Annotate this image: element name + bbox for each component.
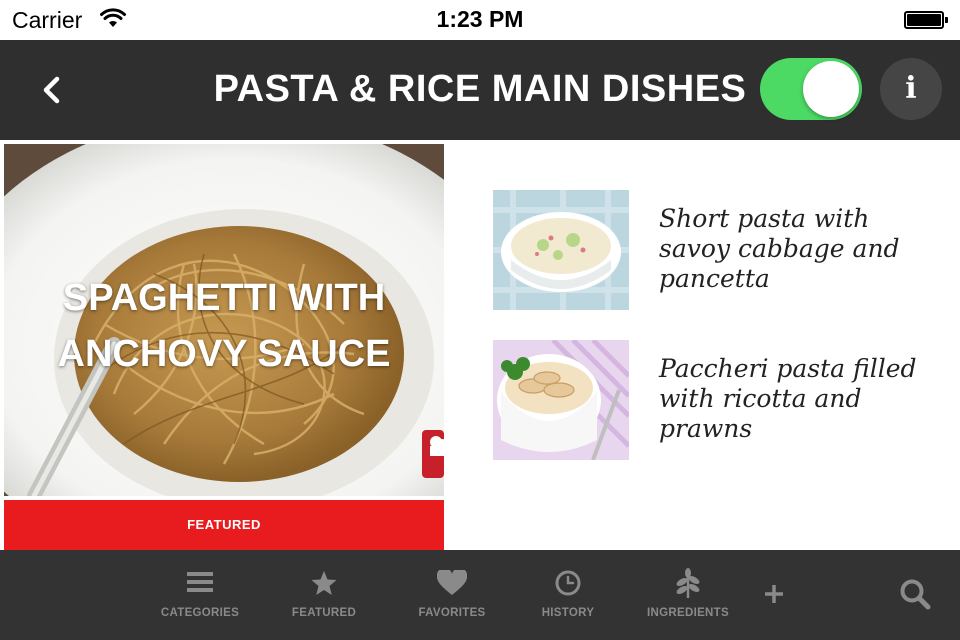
tab-categories[interactable]: CATEGORIES — [150, 550, 250, 640]
tab-label: FAVORITES — [418, 607, 486, 619]
mode-toggle[interactable] — [760, 58, 862, 120]
heart-icon — [437, 570, 467, 595]
recipe-thumbnail — [493, 340, 629, 460]
plus-icon — [765, 585, 783, 603]
tab-featured[interactable]: FEATURED — [274, 550, 374, 640]
list-icon — [187, 572, 213, 592]
nav-header: PASTA & RICE MAIN DISHES i — [0, 40, 960, 140]
clock-time: 1:23 PM — [436, 6, 524, 32]
page-title: PASTA & RICE MAIN DISHES — [213, 68, 747, 110]
toggle-knob — [803, 61, 859, 117]
tab-history[interactable]: HISTORY — [518, 550, 618, 640]
tab-label: INGREDIENTS — [647, 607, 729, 619]
star-icon — [311, 571, 337, 595]
recipe-list-item[interactable]: Short pasta with savoy cabbage and pance… — [493, 190, 923, 310]
recipe-name: Paccheri pasta filled with ricotta and p… — [659, 354, 917, 443]
clock-icon — [555, 570, 581, 596]
tab-label: FEATURED — [291, 607, 357, 619]
featured-recipe-card[interactable]: SPAGHETTI WITH ANCHOVY SAUCE FEATURED — [4, 144, 447, 550]
chevron-left-icon — [43, 76, 60, 104]
status-bar: Carrier 1:23 PM — [0, 0, 960, 40]
tab-label: HISTORY — [541, 607, 595, 619]
tab-label: CATEGORIES — [160, 607, 240, 619]
search-button[interactable] — [890, 550, 940, 640]
recipe-name: Short pasta with savoy cabbage and pance… — [659, 204, 900, 293]
herb-icon — [676, 568, 700, 598]
featured-label: FEATURED — [4, 500, 444, 550]
recipe-thumbnail — [493, 190, 629, 310]
battery-icon — [904, 11, 948, 29]
tab-ingredients[interactable]: INGREDIENTS — [638, 550, 738, 640]
featured-recipe-title: SPAGHETTI WITH ANCHOVY SAUCE — [57, 277, 391, 375]
back-button[interactable] — [36, 70, 66, 110]
tab-favorites[interactable]: FAVORITES — [402, 550, 502, 640]
recipe-list-item[interactable]: Paccheri pasta filled with ricotta and p… — [493, 340, 923, 460]
add-button[interactable] — [754, 550, 794, 640]
search-icon — [900, 579, 931, 610]
chef-logo-icon — [422, 430, 447, 478]
bottom-tab-bar: CATEGORIES FEATURED FAVORITES HISTORY IN… — [0, 550, 960, 640]
info-button[interactable]: i — [880, 58, 942, 120]
